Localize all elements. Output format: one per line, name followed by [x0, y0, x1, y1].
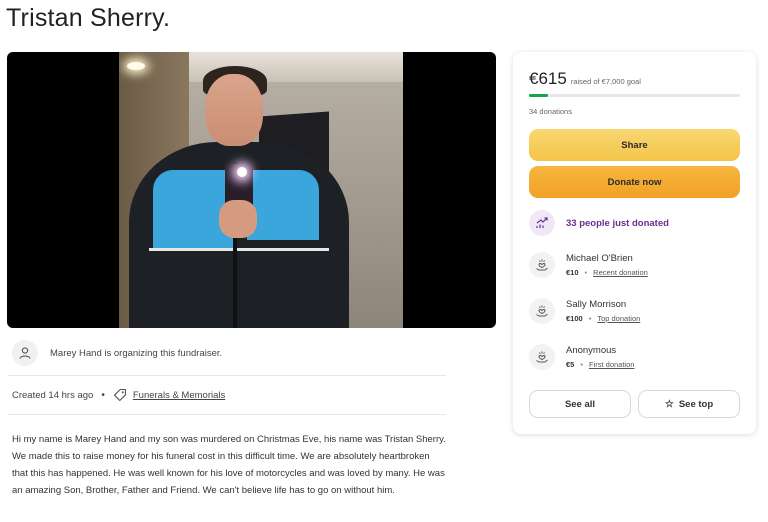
see-top-label: See top: [678, 398, 714, 410]
donation-badge[interactable]: First donation: [589, 360, 634, 369]
story-text: Hi my name is Marey Hand and my son was …: [12, 434, 446, 496]
tag-icon: [113, 388, 126, 402]
donor-name: Sally Morrison: [566, 299, 627, 310]
donor-name: Michael O'Brien: [566, 253, 633, 264]
donor-info: Michael O'Brien €10 • Recent donation: [566, 253, 648, 277]
donation-count: 34 donations: [529, 107, 572, 116]
donor-info: Anonymous €5 • First donation: [566, 345, 634, 369]
donor-item: Sally Morrison €100 • Top donation: [529, 298, 640, 324]
donor-name: Anonymous: [566, 345, 617, 356]
donor-details: €10 • Recent donation: [566, 268, 648, 277]
fundraiser-meta: Created 14 hrs ago • Funerals & Memorial…: [12, 386, 225, 404]
donor-hand-icon: [529, 298, 555, 324]
see-all-button[interactable]: See all: [529, 390, 631, 418]
donor-separator: •: [580, 360, 583, 369]
heart-hand-icon: [536, 351, 548, 363]
campaign-photo: [7, 52, 496, 328]
divider: [8, 375, 446, 376]
photo-face: [205, 74, 263, 146]
raised-summary: €615 raised of €7,000 goal: [529, 69, 641, 89]
see-top-button[interactable]: ☆ See top: [638, 390, 740, 418]
photo-jacket-stripe: [149, 248, 329, 251]
campaign-image: [119, 52, 403, 328]
progress-fill: [529, 94, 548, 97]
divider: [8, 414, 446, 415]
organizer-text: Marey Hand is organizing this fundraiser…: [50, 347, 223, 359]
trend-icon-glyph: [536, 217, 548, 228]
just-donated-text: 33 people just donated: [566, 217, 669, 229]
created-time: Created 14 hrs ago: [12, 389, 94, 401]
heart-hand-icon: [536, 305, 548, 317]
donation-badge[interactable]: Top donation: [597, 314, 640, 323]
heart-hand-icon: [536, 259, 548, 271]
donation-badge[interactable]: Recent donation: [593, 268, 648, 277]
organizer-row: Marey Hand is organizing this fundraiser…: [12, 338, 446, 368]
donor-separator: •: [584, 268, 588, 277]
donor-item: Michael O'Brien €10 • Recent donation: [529, 252, 648, 278]
photo-jacket-panel-right: [247, 170, 319, 240]
just-donated-row: 33 people just donated: [529, 210, 669, 236]
raised-amount: €615: [529, 69, 567, 88]
star-icon: ☆: [664, 398, 674, 410]
photo-flash: [237, 167, 247, 177]
donor-item: Anonymous €5 • First donation: [529, 344, 634, 370]
donor-details: €100 • Top donation: [566, 314, 640, 323]
donor-info: Sally Morrison €100 • Top donation: [566, 299, 640, 323]
photo-lamp: [127, 62, 145, 70]
trend-icon: [529, 210, 555, 236]
donate-button[interactable]: Donate now: [529, 166, 740, 198]
donor-details: €5 • First donation: [566, 360, 634, 369]
share-button[interactable]: Share: [529, 129, 740, 161]
donor-hand-icon: [529, 252, 555, 278]
photo-hand: [219, 200, 257, 238]
user-icon: [12, 340, 38, 366]
donor-separator: •: [588, 314, 592, 323]
donor-hand-icon: [529, 344, 555, 370]
page-title: Tristan Sherry.: [6, 4, 171, 32]
donation-card: €615 raised of €7,000 goal 34 donations …: [513, 52, 756, 434]
donor-amount: €10: [566, 268, 579, 277]
raised-goal: raised of €7,000 goal: [570, 77, 641, 86]
meta-separator: •: [101, 389, 105, 401]
donor-amount: €100: [566, 314, 583, 323]
donor-amount: €5: [566, 360, 575, 369]
user-icon-glyph: [19, 347, 31, 359]
progress-bar: [529, 94, 740, 97]
category-link[interactable]: Funerals & Memorials: [133, 390, 225, 401]
